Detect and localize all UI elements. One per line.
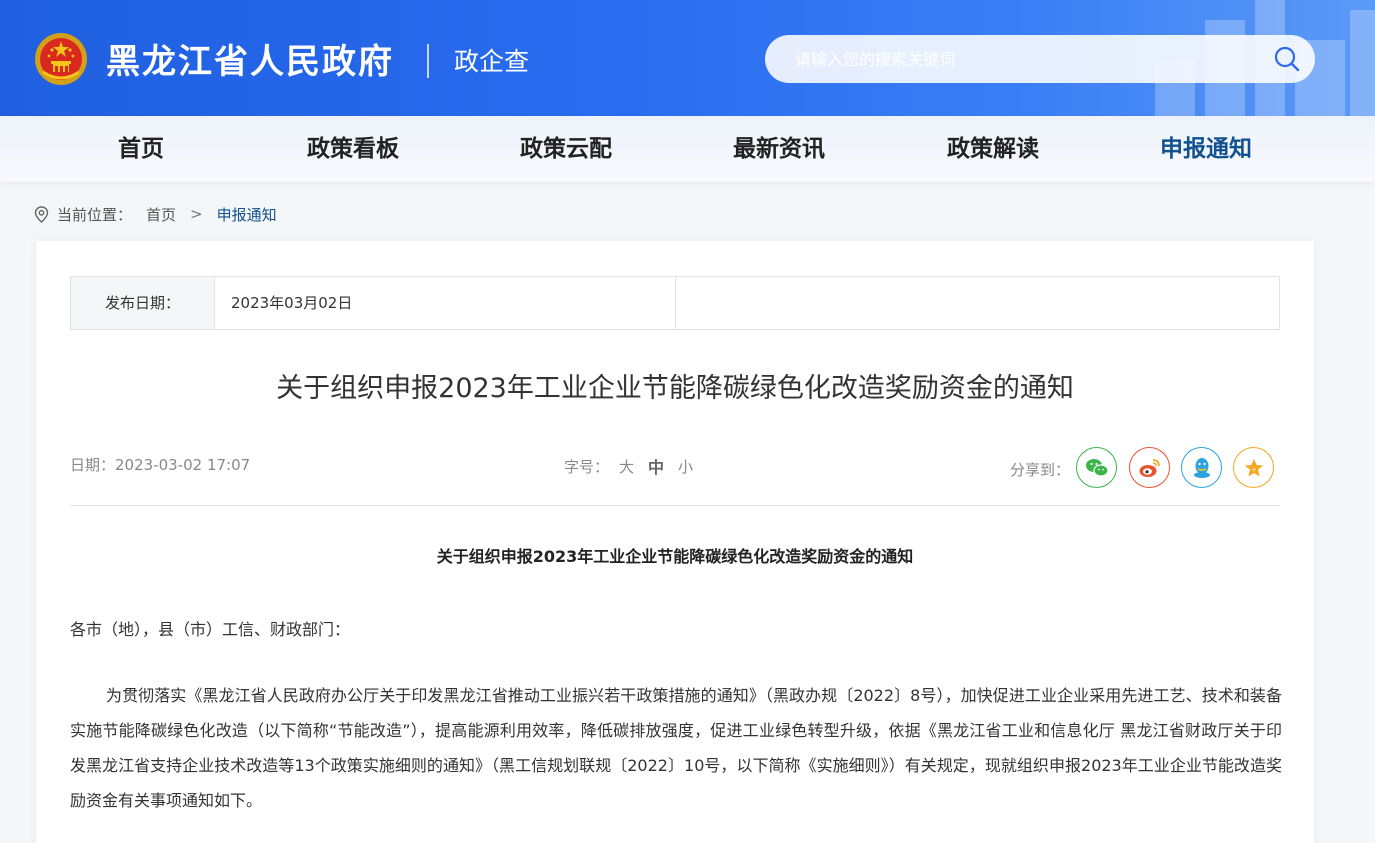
font-size-medium-option[interactable]: 中 xyxy=(648,454,664,478)
document-paragraph: 为贯彻落实《黑龙江省人民政府办公厅关于印发黑龙江省推动工业振兴若干政策措施的通知… xyxy=(70,686,1282,810)
favorite-star-icon: + xyxy=(1244,458,1263,476)
breadcrumb-separator: > xyxy=(190,205,203,223)
main-nav: 首页 政策看板 政策云配 最新资讯 政策解读 申报通知 xyxy=(0,116,1375,182)
breadcrumb-home-link[interactable]: 首页 xyxy=(146,204,176,225)
site-header: 黑龙江省人民政府 政企查 xyxy=(0,0,1375,116)
breadcrumb: 当前位置： 首页 > 申报通知 xyxy=(34,203,277,225)
article-date: 日期：2023-03-02 17:07 xyxy=(70,456,251,474)
share-weibo-button[interactable] xyxy=(1129,447,1170,488)
national-emblem-icon xyxy=(35,33,87,85)
document-heading: 关于组织申报2023年工业企业节能降碳绿色化改造奖励资金的通知 xyxy=(436,547,914,566)
svg-text:+: + xyxy=(1251,466,1256,473)
header-divider xyxy=(427,44,429,78)
location-pin-icon xyxy=(34,205,49,223)
nav-item-home[interactable]: 首页 xyxy=(118,116,164,182)
publish-date-label: 发布日期： xyxy=(71,277,215,329)
share-label: 分享到： xyxy=(1010,461,1071,479)
nav-item-policy-interpretation[interactable]: 政策解读 xyxy=(947,116,1039,182)
article-divider xyxy=(70,505,1280,506)
nav-item-policy-match[interactable]: 政策云配 xyxy=(520,116,612,182)
breadcrumb-prefix: 当前位置： xyxy=(57,205,133,224)
qq-icon xyxy=(1193,457,1210,478)
site-title[interactable]: 黑龙江省人民政府 xyxy=(106,38,394,86)
font-size-small-option[interactable]: 小 xyxy=(678,456,693,477)
share-wechat-button[interactable] xyxy=(1076,447,1117,488)
search-icon xyxy=(1274,46,1300,72)
search-box xyxy=(765,35,1315,83)
article-title: 关于组织申报2023年工业企业节能降碳绿色化改造奖励资金的通知 xyxy=(276,373,1074,404)
share-favorite-button[interactable]: + xyxy=(1233,447,1274,488)
font-size-switcher: 字号： 大 中 小 xyxy=(564,454,693,478)
font-size-large-option[interactable]: 大 xyxy=(619,456,634,477)
publish-date-value: 2023年03月02日 xyxy=(215,277,676,329)
site-subtitle[interactable]: 政企查 xyxy=(454,44,529,80)
breadcrumb-current-link[interactable]: 申报通知 xyxy=(217,204,277,225)
publish-meta-table: 发布日期： 2023年03月02日 xyxy=(70,276,1280,330)
font-size-label: 字号： xyxy=(564,457,610,476)
nav-item-application-notice[interactable]: 申报通知 xyxy=(1160,116,1252,182)
search-button[interactable] xyxy=(1259,35,1315,83)
article-card: 发布日期： 2023年03月02日 关于组织申报2023年工业企业节能降碳绿色化… xyxy=(36,241,1314,843)
meta-empty-cell xyxy=(676,277,1279,329)
nav-item-latest-news[interactable]: 最新资讯 xyxy=(733,116,825,182)
share-qq-button[interactable] xyxy=(1181,447,1222,488)
nav-item-policy-board[interactable]: 政策看板 xyxy=(307,116,399,182)
article-info-row: 日期：2023-03-02 17:07 字号： 大 中 小 分享到： + xyxy=(70,444,1280,496)
weibo-icon xyxy=(1139,458,1160,477)
document-salutation: 各市（地），县（市）工信、财政部门： xyxy=(70,620,351,639)
wechat-icon xyxy=(1085,458,1109,477)
search-input[interactable] xyxy=(765,35,1259,83)
